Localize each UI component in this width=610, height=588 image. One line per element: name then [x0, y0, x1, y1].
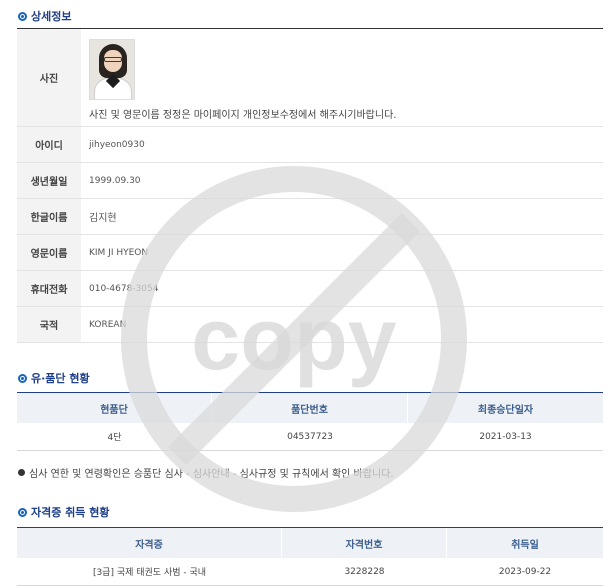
table-cell: 04537723 [287, 431, 333, 442]
photo-cell: 사진 및 영문이름 정정은 마이페이지 개인정보수정에서 해주시기바랍니다. [81, 29, 603, 126]
table-header-row: 현품단 품단번호 최종승단일자 [17, 393, 603, 423]
circle-bullet-icon [18, 507, 27, 517]
detail-row-label: 휴대전화 [17, 271, 81, 306]
dan-title-text: 유·품단 현황 [31, 372, 90, 385]
cert-section-title: 자격증 취득 현황 [18, 504, 110, 520]
table-cell: 2023-09-22 [498, 566, 552, 577]
detail-row: 생년월일 1999.09.30 [17, 163, 603, 199]
profile-photo [89, 39, 135, 100]
table-cell: 3228228 [344, 566, 385, 577]
detail-row-label: 한글이름 [17, 199, 81, 234]
detail-row: 영문이름 KIM JI HYEON [17, 235, 603, 271]
table-header-row: 자격증 자격번호 취득일 [17, 528, 603, 558]
detail-row-label: 생년월일 [17, 163, 81, 198]
table-row: 4단 04537723 2021-03-13 [17, 423, 603, 451]
cert-title-text: 자격증 취득 현황 [31, 506, 110, 519]
detail-row: 휴대전화 010-4678-3054 [17, 271, 603, 307]
cert-table: 자격증 자격번호 취득일 [3급] 국제 태권도 사범 - 국내 3228228… [17, 527, 603, 586]
detail-title-text: 상세정보 [31, 10, 72, 23]
notice-text-line: 심사 연한 및 연령확인은 승품단 심사 - 심사안내 - 심사규정 및 규칙에… [18, 465, 394, 480]
korean-name-value: 김지현 [89, 213, 117, 224]
notice-text: 심사 연한 및 연령확인은 승품단 심사 - 심사안내 - 심사규정 및 규칙에… [29, 469, 394, 480]
detail-table: 사진 사진 및 영문이름 정정은 마이페이지 개인정보수정에서 해주시기바랍니다… [17, 28, 603, 343]
column-header: 품단번호 [212, 393, 408, 423]
birthdate-value: 1999.09.30 [89, 175, 141, 186]
column-header: 현품단 [17, 393, 212, 423]
column-header: 최종승단일자 [477, 404, 534, 416]
detail-row: 국적 KOREAN [17, 307, 603, 343]
circle-bullet-icon [18, 373, 27, 383]
nationality-value: KOREAN [89, 319, 127, 330]
detail-row-label: 국적 [17, 307, 81, 342]
circle-bullet-icon [18, 11, 27, 21]
bullet-icon [18, 469, 25, 476]
table-cell: [3급] 국제 태권도 사범 - 국내 [92, 568, 207, 578]
user-id-value: jihyeon0930 [89, 139, 145, 150]
detail-row-label: 아이디 [17, 127, 81, 162]
column-header: 취득일 [511, 539, 539, 551]
mobile-phone-value: 010-4678-3054 [89, 283, 159, 294]
column-header: 자격번호 [282, 528, 447, 558]
table-cell: 2021-03-13 [479, 431, 532, 442]
detail-row: 한글이름 김지현 [17, 199, 603, 235]
table-row: [3급] 국제 태권도 사범 - 국내 3228228 2023-09-22 [17, 558, 603, 586]
photo-note: 사진 및 영문이름 정정은 마이페이지 개인정보수정에서 해주시기바랍니다. [89, 110, 397, 121]
detail-row: 아이디 jihyeon0930 [17, 127, 603, 163]
dan-section-title: 유·품단 현황 [18, 370, 90, 386]
column-header: 자격증 [17, 528, 282, 558]
detail-row-label: 영문이름 [17, 235, 81, 270]
table-cell: 4단 [107, 433, 122, 443]
photo-label: 사진 [17, 29, 81, 126]
english-name-value: KIM JI HYEON [89, 247, 149, 258]
photo-row: 사진 사진 및 영문이름 정정은 마이페이지 개인정보수정에서 해주시기바랍니다… [17, 29, 603, 127]
detail-section-title: 상세정보 [18, 8, 71, 24]
dan-table: 현품단 품단번호 최종승단일자 4단 04537723 2021-03-13 [17, 392, 603, 451]
